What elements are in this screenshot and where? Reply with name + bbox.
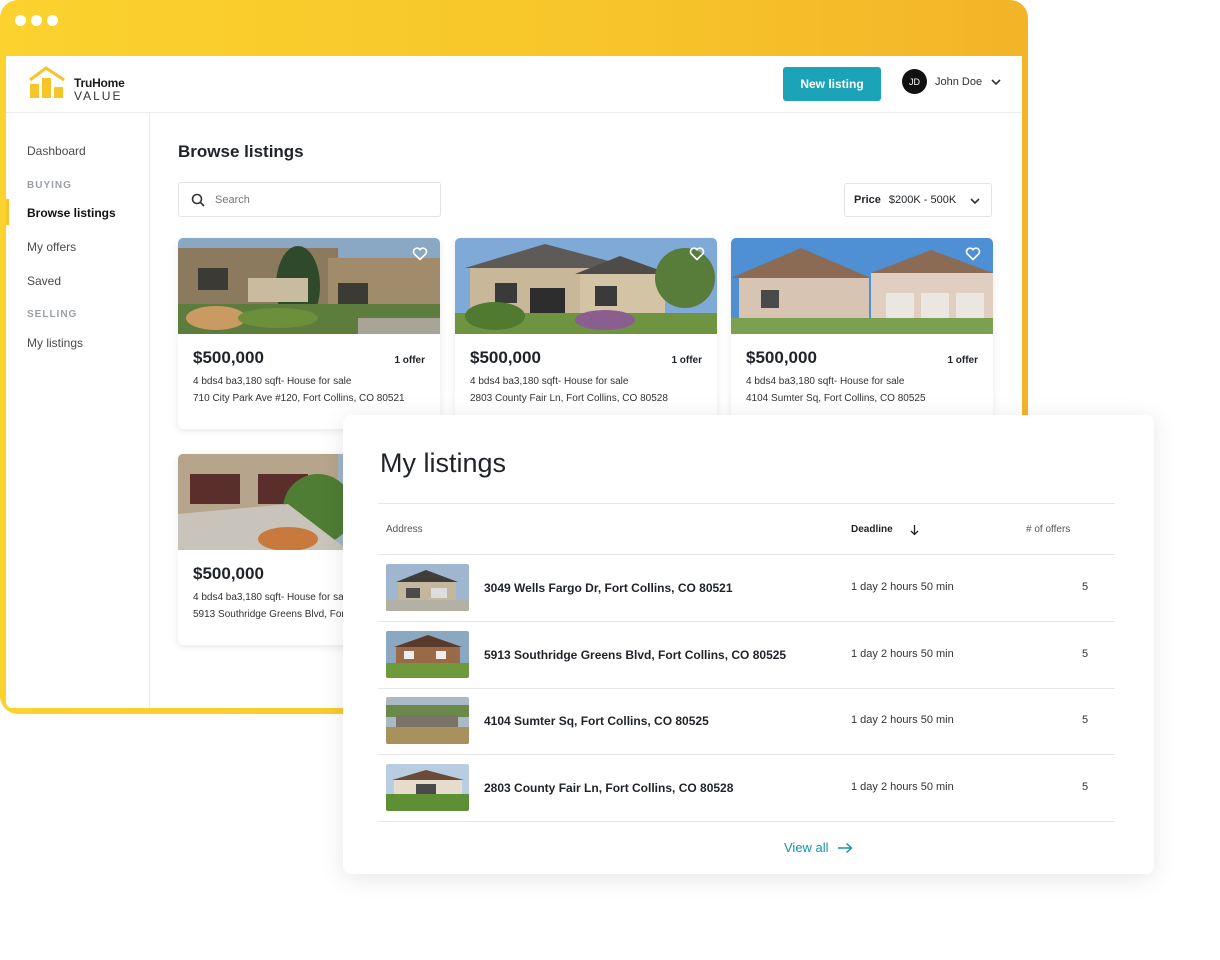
column-header-offers[interactable]: # of offers [1026, 524, 1070, 535]
heart-icon[interactable] [412, 246, 428, 261]
search-icon [191, 193, 205, 207]
avatar[interactable]: JD [902, 69, 927, 94]
sidebar-item-browse-listings[interactable]: Browse listings [27, 206, 116, 220]
logo-wordmark-bottom: VALUE [74, 89, 123, 103]
window-controls [15, 15, 58, 26]
logo-wordmark-top: TruHome [74, 76, 125, 90]
listing-details: 4 bds4 ba3,180 sqft- House for sale [746, 376, 905, 387]
price-filter-value: $200K - 500K [888, 194, 957, 206]
listing-thumbnail [386, 564, 469, 611]
heart-icon[interactable] [689, 246, 705, 261]
house-logo-icon [29, 66, 65, 98]
sidebar-item-saved[interactable]: Saved [27, 274, 61, 288]
table-row[interactable]: 4104 Sumter Sq, Fort Collins, CO 80525 1… [378, 688, 1115, 755]
active-indicator [6, 199, 9, 225]
row-deadline: 1 day 2 hours 50 min [851, 581, 954, 593]
listing-price: $500,000 [746, 348, 817, 367]
sidebar-item-my-offers[interactable]: My offers [27, 240, 76, 254]
my-listings-panel: My listings Address Deadline # of offers… [343, 415, 1154, 874]
row-address[interactable]: 2803 County Fair Ln, Fort Collins, CO 80… [484, 781, 733, 795]
view-all-label: View all [784, 840, 829, 855]
row-address[interactable]: 3049 Wells Fargo Dr, Fort Collins, CO 80… [484, 581, 733, 595]
listing-details: 4 bds4 ba3,180 sqft- House for sale [193, 592, 352, 603]
listing-price: $500,000 [470, 348, 541, 367]
window-dot[interactable] [47, 15, 58, 26]
sort-down-arrow-icon[interactable] [909, 524, 920, 536]
listing-thumbnail [386, 764, 469, 811]
sidebar-section-buying: BUYING [27, 180, 72, 191]
listing-card[interactable]: $500,000 1 offer 4 bds4 ba3,180 sqft- Ho… [455, 238, 717, 429]
heart-icon[interactable] [965, 246, 981, 261]
price-filter-label: Price [854, 194, 881, 206]
chevron-down-icon[interactable] [990, 76, 1002, 88]
listing-card[interactable]: $500,000 1 offer 4 bds4 ba3,180 sqft- Ho… [731, 238, 993, 429]
arrow-right-icon [837, 842, 853, 853]
top-bar: TruHome VALUE New listing JD John Doe [6, 56, 1022, 113]
listing-photo [178, 238, 440, 334]
row-address[interactable]: 5913 Southridge Greens Blvd, Fort Collin… [484, 648, 786, 662]
row-deadline: 1 day 2 hours 50 min [851, 781, 954, 793]
new-listing-button[interactable]: New listing [783, 67, 881, 101]
price-filter[interactable]: Price $200K - 500K [844, 183, 992, 217]
view-all-link[interactable]: View all [784, 840, 853, 855]
column-header-deadline[interactable]: Deadline [851, 524, 893, 535]
row-deadline: 1 day 2 hours 50 min [851, 714, 954, 726]
sidebar: Dashboard BUYING Browse listings My offe… [6, 113, 150, 708]
listing-thumbnail [386, 697, 469, 744]
offer-count: 1 offer [947, 355, 978, 366]
listing-photo [731, 238, 993, 334]
listing-price: $500,000 [193, 348, 264, 367]
window-dot[interactable] [31, 15, 42, 26]
table-row[interactable]: 5913 Southridge Greens Blvd, Fort Collin… [378, 622, 1115, 689]
logo[interactable]: TruHome VALUE [28, 65, 128, 103]
chevron-down-icon [970, 198, 980, 205]
listing-address: 4104 Sumter Sq, Fort Collins, CO 80525 [746, 393, 926, 404]
search-input[interactable] [215, 191, 425, 209]
row-offer-count: 5 [1082, 581, 1089, 593]
listing-address: 710 City Park Ave #120, Fort Collins, CO… [193, 393, 405, 404]
table-header: Address Deadline # of offers [378, 503, 1115, 555]
window-dot[interactable] [15, 15, 26, 26]
user-name[interactable]: John Doe [935, 76, 982, 88]
listing-details: 4 bds4 ba3,180 sqft- House for sale [470, 376, 629, 387]
listing-address: 2803 County Fair Ln, Fort Collins, CO 80… [470, 393, 668, 404]
offer-count: 1 offer [394, 355, 425, 366]
sidebar-section-selling: SELLING [27, 309, 78, 320]
column-header-address[interactable]: Address [386, 524, 423, 535]
panel-title: My listings [380, 448, 507, 478]
row-deadline: 1 day 2 hours 50 min [851, 648, 954, 660]
listing-card[interactable]: $500,000 1 offer 4 bds4 ba3,180 sqft- Ho… [178, 238, 440, 429]
table-row[interactable]: 3049 Wells Fargo Dr, Fort Collins, CO 80… [378, 555, 1115, 622]
row-offer-count: 5 [1082, 781, 1089, 793]
table-row[interactable]: 2803 County Fair Ln, Fort Collins, CO 80… [378, 755, 1115, 822]
row-offer-count: 5 [1082, 648, 1089, 660]
offer-count: 1 offer [671, 355, 702, 366]
sidebar-item-dashboard[interactable]: Dashboard [27, 144, 86, 158]
listing-price: $500,000 [193, 564, 264, 583]
sidebar-item-my-listings[interactable]: My listings [27, 336, 83, 350]
listing-thumbnail [386, 631, 469, 678]
listing-photo [455, 238, 717, 334]
user-menu[interactable]: JD John Doe [902, 69, 1002, 94]
search-box[interactable] [178, 182, 441, 217]
page-title: Browse listings [178, 142, 304, 161]
row-offer-count: 5 [1082, 714, 1089, 726]
row-address[interactable]: 4104 Sumter Sq, Fort Collins, CO 80525 [484, 714, 709, 728]
listing-details: 4 bds4 ba3,180 sqft- House for sale [193, 376, 352, 387]
